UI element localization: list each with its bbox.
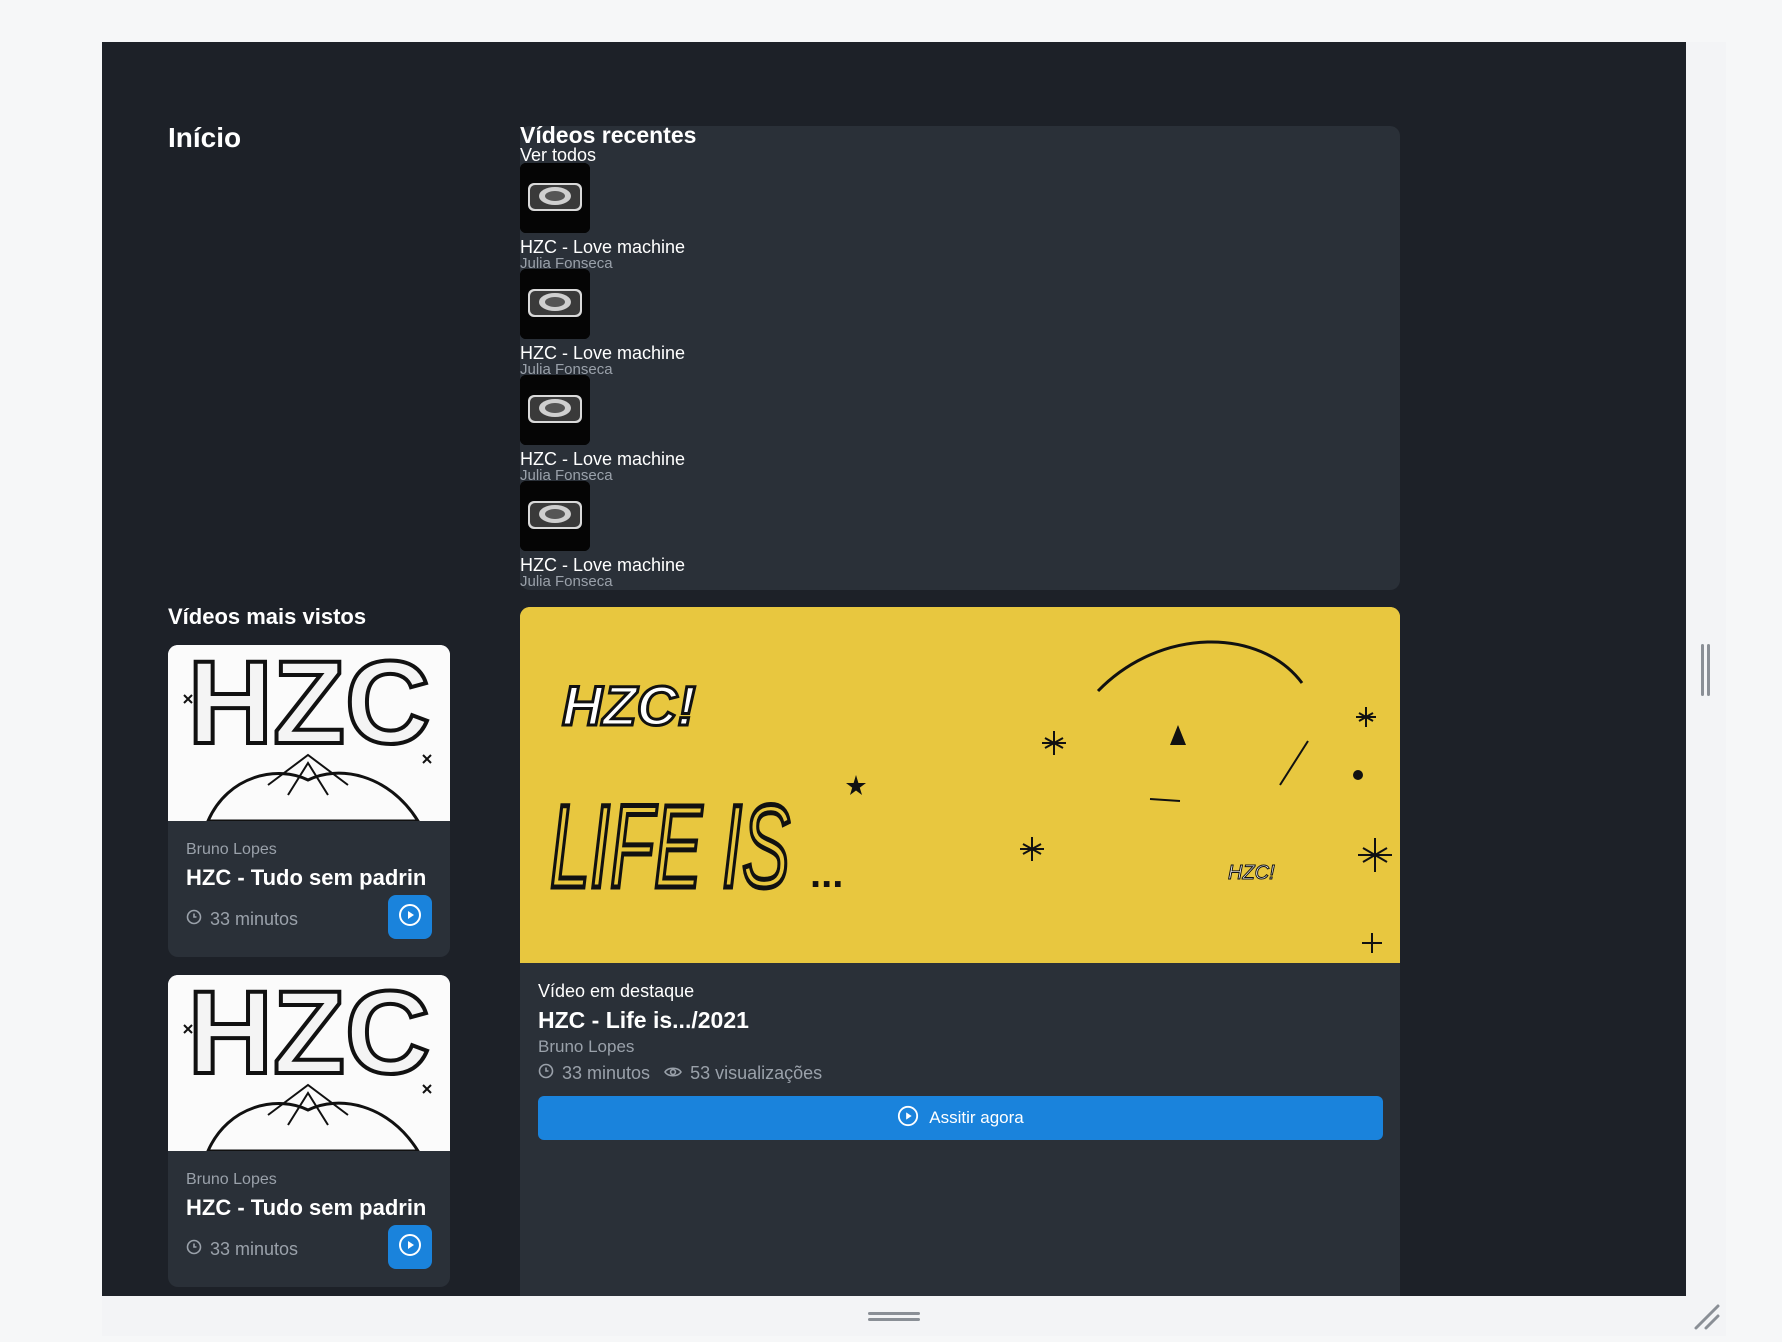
thumbnail-art-text: HZC	[188, 975, 431, 1099]
featured-duration: 33 minutos	[562, 1063, 651, 1083]
card-duration: 33 minutos	[210, 909, 299, 929]
card-duration-row: 33 minutos	[186, 1239, 298, 1260]
card-duration-row: 33 minutos	[186, 909, 298, 930]
card-duration: 33 minutos	[210, 1239, 299, 1259]
featured-meta: 33 minutos 53 visualizações	[538, 1063, 822, 1084]
video-thumbnail: HZC	[168, 645, 450, 821]
card-title: HZC - Tudo sem padrin	[186, 1195, 427, 1220]
play-button[interactable]	[388, 895, 432, 939]
clock-icon	[538, 1063, 554, 1084]
horizontal-resize-handle[interactable]	[868, 1312, 920, 1324]
featured-author: Bruno Lopes	[538, 1037, 635, 1056]
featured-art-text: LIFE IS	[550, 781, 790, 913]
featured-label: Vídeo em destaque	[538, 981, 695, 1001]
featured-video-card: HZC! LIFE IS ... HZC! Vídeo em destaque …	[520, 607, 1400, 1296]
video-thumbnail	[520, 163, 590, 233]
play-icon	[398, 1233, 422, 1262]
app-frame: Início Vídeos recentes Ver todos HZC - L…	[102, 42, 1686, 1296]
video-thumbnail	[520, 269, 590, 339]
clock-icon	[186, 1239, 202, 1260]
most-viewed-card[interactable]: HZC Bruno Lopes HZC - Tudo sem padrin 33…	[168, 645, 450, 957]
recent-video-item[interactable]: HZC - Love machine Julia Fonseca	[520, 163, 820, 272]
recent-video-item[interactable]: HZC - Love machine Julia Fonseca	[520, 269, 820, 378]
featured-views: 53 visualizações	[690, 1063, 823, 1083]
resize-corner-icon[interactable]	[1692, 1302, 1722, 1332]
recent-video-item[interactable]: HZC - Love machine Julia Fonseca	[520, 375, 820, 484]
featured-title: HZC - Life is.../2021	[538, 1007, 749, 1033]
watch-now-label: Assitir agora	[929, 1108, 1024, 1127]
most-viewed-card[interactable]: HZC Bruno Lopes HZC - Tudo sem padrin 33…	[168, 975, 450, 1287]
video-thumbnail: HZC	[168, 975, 450, 1151]
video-thumbnail	[520, 375, 590, 445]
watch-now-button[interactable]: Assitir agora	[538, 1096, 1383, 1140]
card-title: HZC - Tudo sem padrin	[186, 865, 427, 890]
clock-icon	[186, 909, 202, 930]
recent-video-item[interactable]: HZC - Love machine Julia Fonseca	[520, 481, 820, 590]
card-author: Bruno Lopes	[186, 1171, 277, 1188]
play-icon	[897, 1105, 919, 1132]
vertical-resize-handle[interactable]	[1701, 644, 1711, 696]
featured-small-logo: HZC!	[1228, 862, 1275, 884]
featured-logo-text: HZC!	[562, 674, 696, 737]
eye-icon	[664, 1063, 682, 1084]
card-author: Bruno Lopes	[186, 841, 277, 858]
play-button[interactable]	[388, 1225, 432, 1269]
most-viewed-title: Vídeos mais vistos	[168, 604, 367, 629]
page-title: Início	[168, 122, 242, 153]
recent-video-author: Julia Fonseca	[520, 573, 613, 590]
featured-art-dots: ...	[810, 852, 843, 896]
featured-thumbnail[interactable]: HZC! LIFE IS ... HZC!	[520, 607, 1400, 963]
thumbnail-art-text: HZC	[188, 645, 431, 769]
play-icon	[398, 903, 422, 932]
video-thumbnail	[520, 481, 590, 551]
